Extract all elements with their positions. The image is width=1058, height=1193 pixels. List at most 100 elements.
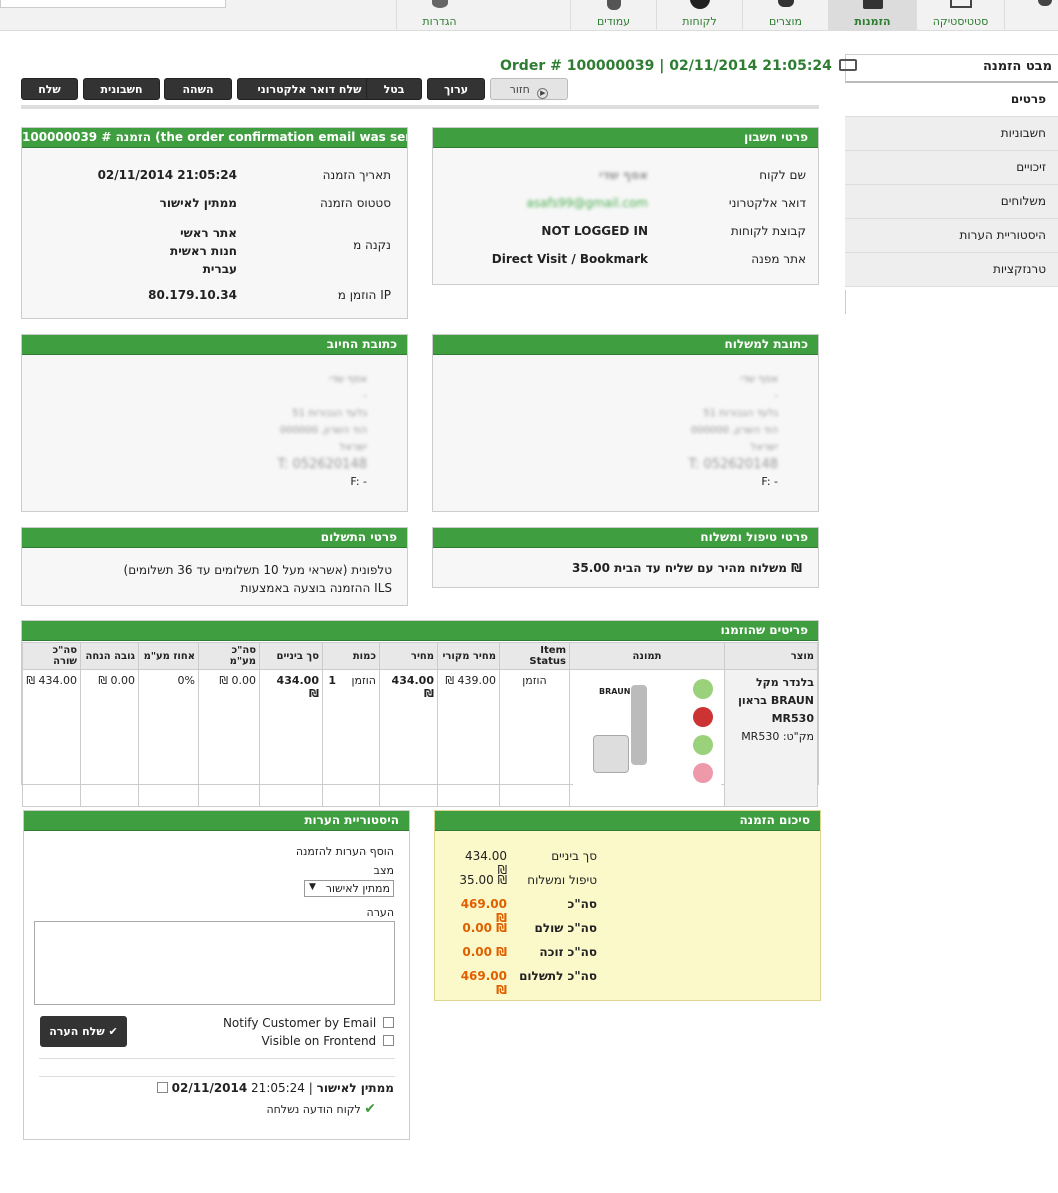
summary-value: 0.00 ₪ [462, 945, 507, 959]
order-totals-heading: סיכום הזמנה [435, 811, 820, 831]
store-name: חנות ראשית [170, 244, 237, 258]
orders-icon [862, 0, 883, 9]
address-line: הוד השרון, 000000 [690, 425, 778, 436]
notify-customer-option[interactable]: Notify Customer by Email [223, 1016, 394, 1030]
col-price: מחיר [379, 642, 438, 670]
edit-button[interactable]: ערוך [427, 78, 485, 100]
order-title-text: Order # 100000039 | 02/11/2014 21:05:24 [500, 58, 832, 74]
address-line: גלעד הגבורות 51 [703, 408, 778, 419]
divider [39, 1058, 395, 1059]
col-item-status: Item Status [499, 642, 570, 670]
nav-orders[interactable]: הזמנות [828, 0, 916, 31]
accessory-thumb [693, 707, 713, 727]
history-entry-checkbox[interactable] [156, 1082, 168, 1093]
add-comment-label: הוסף הערות להזמנה [295, 845, 394, 858]
nav-stats-label: סטטיסטיקה [932, 15, 989, 28]
customer-name-label: שם לקוח [759, 168, 806, 182]
sidebar-item-creditmemos[interactable]: זיכויים [845, 151, 1058, 185]
checkmark-icon: ✔ [364, 1101, 376, 1117]
submit-comment-label: שלח הערה [49, 1025, 105, 1038]
table-row: בלנדר מקל BRAUN בראון MR530 מק"ט: MR530 … [22, 669, 818, 807]
notify-customer-checkbox[interactable] [383, 1017, 394, 1028]
back-button[interactable]: חזור ▶ [490, 78, 568, 100]
status-select[interactable]: ממתין לאישור ▼ [304, 880, 394, 897]
order-date-label: תאריך הזמנה [322, 168, 391, 182]
subtotal-cell: 434.00 ₪ [259, 669, 323, 807]
shipping-method-panel: פרטי טיפול ומשלוח משלוח מהיר עם שליח עד … [432, 527, 819, 588]
hold-button[interactable]: השהה [164, 78, 232, 100]
payment-heading: פרטי התשלום [22, 528, 407, 548]
nav-products[interactable]: מוצרים [742, 0, 828, 31]
image-cell: BRAUN [569, 669, 725, 807]
items-table: מוצר תמונה Item Status מחיר מקורי מחיר כ… [22, 642, 818, 807]
back-button-label: חזור [509, 83, 530, 96]
purchased-from-value: אתר ראשי חנות ראשית עברית [170, 224, 237, 278]
order-info-panel: הזמנה # 100000039 (the order confirmatio… [21, 127, 408, 319]
qty-label: הוזמן [351, 674, 376, 687]
item-status-cell: הוזמן [499, 669, 570, 807]
purchased-from-label: נקנה מ [353, 238, 391, 252]
col-tax-percent: אחוז מע"מ [138, 642, 199, 670]
nav-pages[interactable]: עמודים [570, 0, 656, 31]
stats-icon [949, 0, 972, 8]
history-time: 21:05:24 [251, 1081, 305, 1095]
history-note: לקוח הודעה נשלחה ✔ [266, 1101, 376, 1117]
comment-label: הערה [366, 906, 394, 919]
nav-stats[interactable]: סטטיסטיקה [916, 0, 1004, 31]
billing-address-heading: כתובת החיוב [22, 335, 407, 355]
page-title: Order # 100000039 | 02/11/2014 21:05:24 [500, 58, 857, 74]
sidebar-item-transactions[interactable]: טרנזקציות [845, 253, 1058, 287]
send-email-button[interactable]: שלח דואר אלקטרוני [237, 78, 382, 100]
customer-group-value: NOT LOGGED IN [541, 224, 648, 238]
address-phone: T: 052620148 [688, 457, 778, 472]
customer-name-value[interactable]: אסף שדי [599, 168, 648, 182]
website-name: אתר ראשי [180, 226, 237, 240]
address-line: אסף שדי [329, 374, 367, 385]
history-status: ממתין לאישור [316, 1081, 394, 1095]
invoice-button[interactable]: חשבונית [83, 78, 160, 100]
nav-products-label: מוצרים [769, 15, 802, 28]
qty-cell: הוזמן 1 [322, 669, 380, 807]
customer-group-label: קבוצת לקוחות [730, 224, 806, 238]
address-line: - [363, 391, 367, 402]
sidebar-item-comments-history[interactable]: היסטוריית הערות [845, 219, 1058, 253]
order-view-sidebar: מבט הזמנה פרטים חשבוניות זיכויים משלוחים… [845, 54, 1058, 287]
visible-frontend-checkbox[interactable] [383, 1035, 394, 1046]
price-cell: 434.00 ₪ [379, 669, 438, 807]
product-image[interactable]: BRAUN [573, 675, 721, 787]
payment-method: טלפונית (אשראי מעל 10 תשלומים עד 36 תשלו… [123, 563, 392, 577]
cancel-button[interactable]: בטל [366, 78, 422, 100]
col-row-total: סה"כ שורה [22, 642, 81, 670]
comment-textarea[interactable] [34, 921, 395, 1005]
sidebar-item-shipments[interactable]: משלוחים [845, 185, 1058, 219]
nav-settings[interactable]: הגדרות [396, 0, 482, 31]
nav-customers[interactable]: לקוחות [656, 0, 742, 31]
submit-comment-button[interactable]: שלח הערה ✔ [40, 1016, 127, 1047]
referrer-value: Direct Visit / Bookmark [491, 252, 648, 266]
order-icon [838, 59, 857, 71]
address-line: ישראל [750, 442, 778, 453]
order-info-heading: הזמנה # 100000039 (the order confirmatio… [22, 128, 407, 148]
address-line: הוד השרון, 000000 [279, 425, 367, 436]
search-bar[interactable] [0, 0, 226, 8]
sidebar-item-invoices[interactable]: חשבוניות [845, 117, 1058, 151]
payment-info: טלפונית (אשראי מעל 10 תשלומים עד 36 תשלו… [124, 561, 392, 597]
status-select-value: ממתין לאישור [325, 882, 390, 895]
address-fax: F: - [761, 475, 778, 488]
ship-button[interactable]: שלח [21, 78, 78, 100]
nav-more[interactable] [1004, 0, 1058, 31]
account-info-panel: פרטי חשבון שם לקוח אסף שדי דואר אלקטרוני… [432, 127, 819, 285]
history-date: 02/11/2014 [171, 1081, 248, 1095]
top-navigation: הגדרות עמודים לקוחות מוצרים הזמנות סטטיס… [0, 0, 1058, 31]
sidebar-item-details[interactable]: פרטים [845, 83, 1058, 117]
items-ordered-heading: פריטים שהוזמנו [22, 621, 818, 641]
menu-icon [1038, 0, 1052, 6]
shipping-method-text: משלוח מהיר עם שליח עד הבית ‏35.00 ₪ [572, 561, 802, 575]
email-value[interactable]: asafs99@gmail.com [527, 196, 648, 210]
payment-panel: פרטי התשלום טלפונית (אשראי מעל 10 תשלומי… [21, 527, 408, 606]
address-fax: F: - [350, 475, 367, 488]
history-entry: 02/11/2014 21:05:24 | ממתין לאישור [156, 1081, 394, 1095]
order-status-value: ממתין לאישור [159, 196, 237, 210]
visible-frontend-option[interactable]: Visible on Frontend [261, 1034, 394, 1048]
order-status-label: סטטוס הזמנה [319, 196, 391, 210]
